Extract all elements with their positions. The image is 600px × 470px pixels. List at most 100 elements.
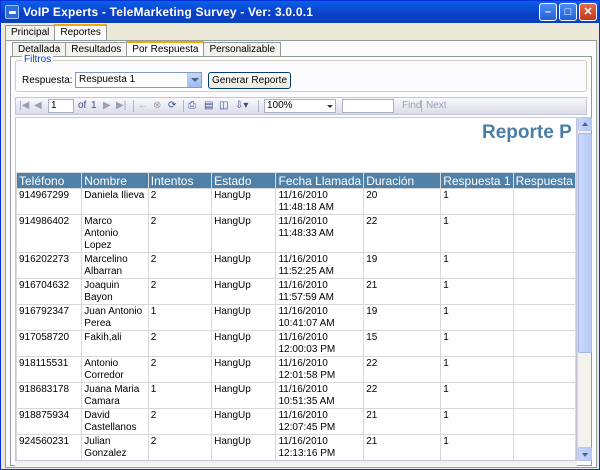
table-cell — [512, 252, 576, 279]
table-row: 916202273 Marcelino Albarran 2 HangUp 11/16/… — [16, 252, 576, 279]
table-cell: 2 — [147, 356, 213, 383]
column-header: Respuesta 1 — [440, 172, 514, 189]
table-row: 917058720 Fakih,ali 2 HangUp 11/16/2010 12:0… — [16, 330, 576, 357]
table-cell: HangUp — [211, 408, 277, 435]
table-cell: Marco Antonio Lopez — [81, 214, 149, 253]
table-cell: 11/16/2010 12:01:58 PM — [275, 356, 365, 383]
report-header-row: Teléfono Nombre Intentos Estado Fecha Llamad… — [16, 172, 576, 189]
table-cell — [512, 188, 576, 215]
main-tabs: Principal Reportes — [5, 24, 107, 41]
table-cell: 19 — [363, 304, 442, 331]
last-page-icon[interactable]: ▶| — [116, 100, 126, 112]
toolbar-separator — [258, 100, 259, 112]
table-cell: 918683178 — [16, 382, 83, 409]
print-icon[interactable]: ⎙ — [188, 100, 196, 112]
close-button[interactable]: ✕ — [579, 3, 597, 21]
minimize-icon: – — [544, 6, 552, 18]
chevron-down-icon[interactable] — [327, 105, 333, 108]
table-cell: HangUp — [211, 434, 277, 460]
column-header: Fecha Llamada — [275, 172, 365, 189]
find-next-link[interactable]: Next — [426, 100, 447, 112]
table-cell — [512, 434, 576, 460]
table-cell: 21 — [363, 408, 442, 435]
table-cell: 1 — [440, 252, 514, 279]
export-icon[interactable]: ⇩▾ — [235, 100, 248, 112]
table-cell — [512, 330, 576, 357]
table-row: 918115531 Antonio Corredor 2 HangUp 11/16/20… — [16, 356, 576, 383]
table-cell: 1 — [440, 278, 514, 305]
scroll-up-button[interactable] — [578, 117, 592, 131]
back-icon[interactable]: ← — [138, 100, 148, 112]
arrow-down-icon — [582, 453, 588, 457]
table-cell: 2 — [147, 188, 213, 215]
minimize-button[interactable]: – — [539, 3, 557, 21]
page-number-input[interactable]: 1 — [48, 99, 74, 113]
filters-group: Filtros Respuesta: Respuesta 1 Generar R… — [15, 54, 587, 92]
filters-legend: Filtros — [22, 54, 54, 65]
report-vertical-scrollbar[interactable] — [577, 117, 592, 461]
table-cell: 914967299 — [16, 188, 83, 215]
reportes-panel: Detallada Resultados Por Respuesta Perso… — [5, 40, 597, 468]
table-cell: David Castellanos — [81, 408, 149, 435]
find-input[interactable] — [342, 99, 394, 113]
refresh-icon[interactable]: ⟳ — [168, 100, 176, 112]
first-page-icon[interactable]: |◀ — [19, 100, 29, 112]
next-page-icon[interactable]: ▶ — [103, 100, 111, 112]
report-viewer-toolbar: |◀ ◀ 1 of 1 ▶ ▶| ← ⊗ ⟳ ⎙ ▤ ◫ ⇩▾ 100% Fin… — [15, 97, 587, 115]
table-cell: Joaquin Bayon — [81, 278, 149, 305]
table-cell: 11/16/2010 11:48:18 AM — [275, 188, 365, 215]
maximize-icon: □ — [564, 6, 572, 18]
column-header: Teléfono — [16, 172, 83, 189]
tab-principal[interactable]: Principal — [5, 25, 56, 41]
tab-resultados[interactable]: Resultados — [65, 42, 128, 56]
maximize-button[interactable]: □ — [559, 3, 577, 21]
toolbar-separator — [421, 100, 422, 112]
close-icon: ✕ — [583, 6, 593, 18]
zoom-value: 100% — [267, 100, 293, 111]
table-cell: 2 — [147, 214, 213, 253]
table-cell: 1 — [440, 188, 514, 215]
table-cell: 11/16/2010 12:07:45 PM — [275, 408, 365, 435]
table-cell: HangUp — [211, 188, 277, 215]
tab-reportes[interactable]: Reportes — [54, 24, 107, 41]
arrow-up-icon — [582, 122, 588, 126]
table-cell: 1 — [147, 304, 213, 331]
table-cell: 22 — [363, 382, 442, 409]
scroll-down-button[interactable] — [578, 447, 592, 461]
report-horizontal-scrollbar[interactable] — [15, 461, 577, 466]
respuesta-select-value: Respuesta 1 — [79, 74, 136, 85]
stop-icon[interactable]: ⊗ — [153, 100, 161, 112]
table-cell: Marcelino Albarran — [81, 252, 149, 279]
table-cell: 19 — [363, 252, 442, 279]
table-cell: HangUp — [211, 278, 277, 305]
table-cell — [512, 408, 576, 435]
title-bar[interactable]: VoIP Experts - TeleMarketing Survey - Ve… — [1, 1, 599, 23]
tab-por-respuesta[interactable]: Por Respuesta — [126, 41, 205, 56]
chevron-down-icon[interactable] — [187, 73, 201, 87]
toolbar-separator — [133, 100, 134, 112]
table-cell: HangUp — [211, 330, 277, 357]
table-cell: 1 — [440, 408, 514, 435]
table-cell: 21 — [363, 278, 442, 305]
tab-personalizable[interactable]: Personalizable — [203, 42, 282, 56]
print-layout-icon[interactable]: ▤ — [204, 100, 213, 112]
table-cell: 917058720 — [16, 330, 83, 357]
previous-page-icon[interactable]: ◀ — [34, 100, 42, 112]
table-cell: HangUp — [211, 252, 277, 279]
table-cell: Julian Gonzalez — [81, 434, 149, 460]
table-cell: HangUp — [211, 214, 277, 253]
table-cell: 11/16/2010 12:13:16 PM — [275, 434, 365, 460]
find-link[interactable]: Find — [402, 100, 421, 112]
scroll-thumb[interactable] — [578, 133, 592, 353]
column-header: Duración — [363, 172, 442, 189]
table-cell: 11/16/2010 12:00:03 PM — [275, 330, 365, 357]
zoom-select[interactable]: 100% — [264, 99, 336, 113]
respuesta-select[interactable]: Respuesta 1 — [75, 72, 202, 88]
page-setup-icon[interactable]: ◫ — [219, 100, 228, 112]
generar-reporte-button[interactable]: Generar Reporte — [208, 72, 291, 89]
table-cell: 918115531 — [16, 356, 83, 383]
table-cell: 2 — [147, 278, 213, 305]
table-cell: 11/16/2010 11:52:25 AM — [275, 252, 365, 279]
column-header: Nombre — [81, 172, 149, 189]
table-cell: HangUp — [211, 382, 277, 409]
